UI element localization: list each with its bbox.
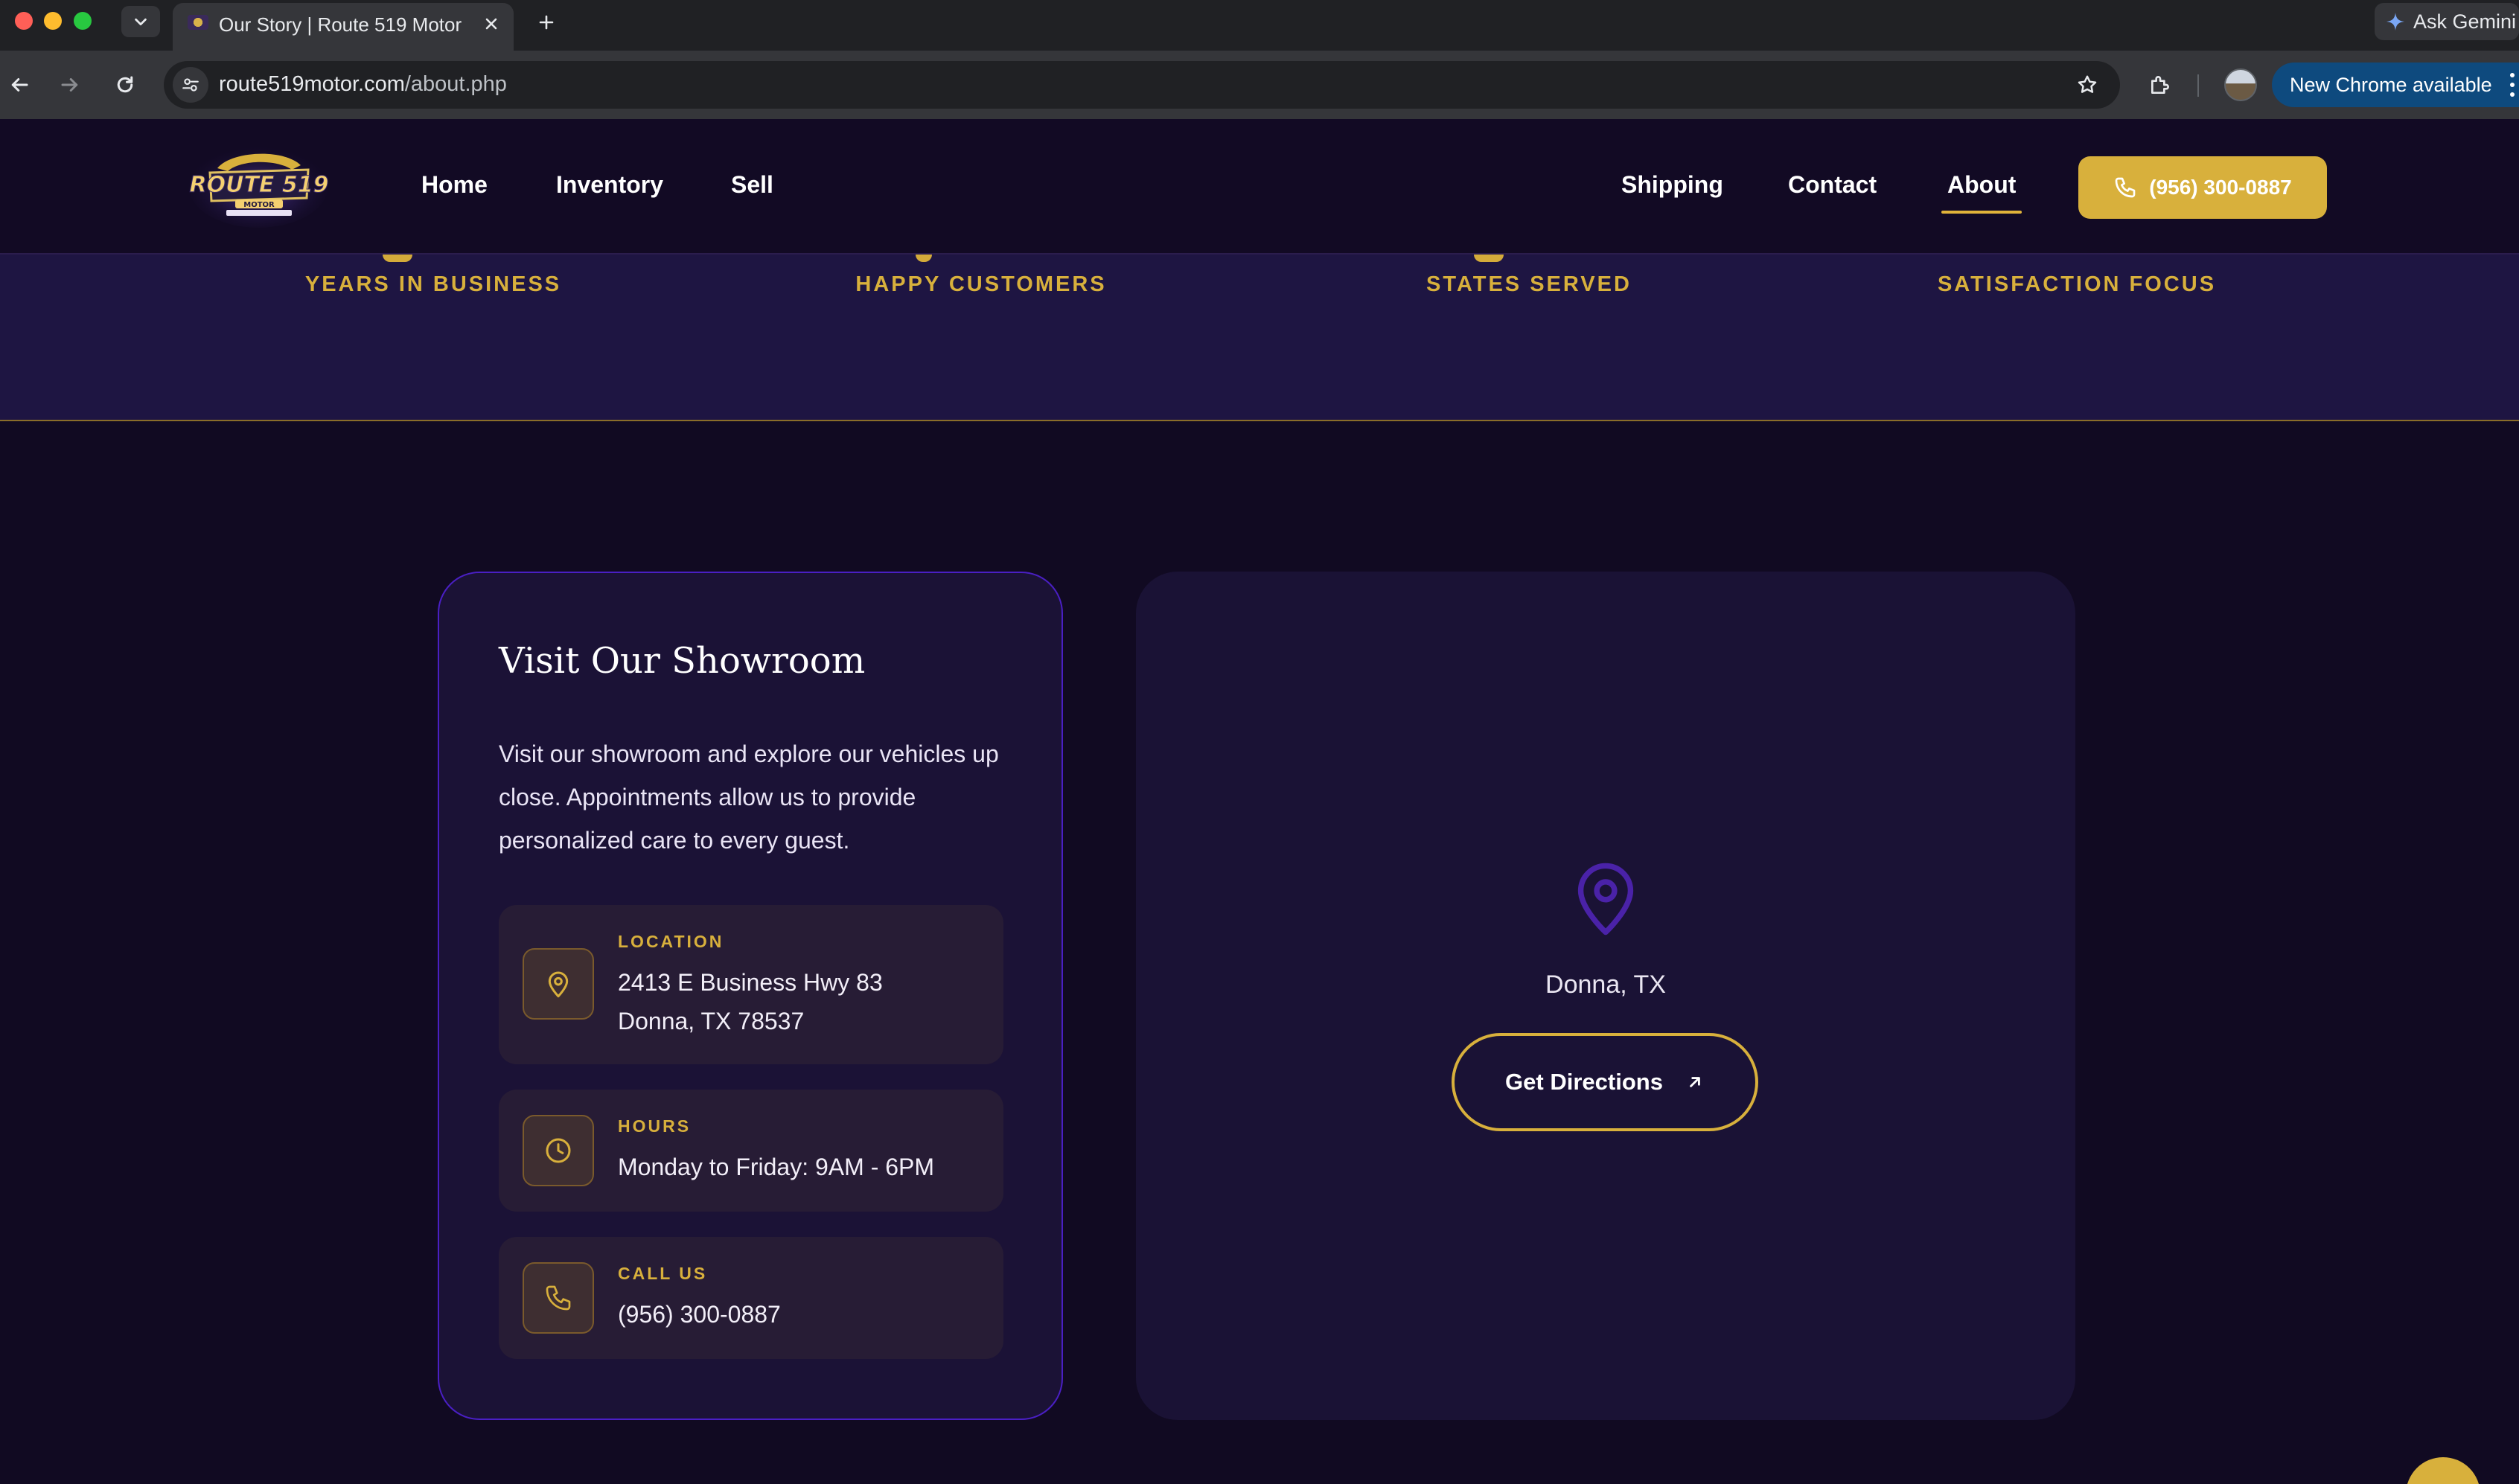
site-header: ROUTE 519 MOTOR Home Inventory Sell Ship…	[0, 119, 2519, 255]
chrome-update-label: New Chrome available	[2290, 73, 2492, 96]
gemini-sparkle-icon	[2386, 13, 2404, 31]
svg-text:ROUTE 519: ROUTE 519	[190, 172, 329, 198]
nav-about[interactable]: About	[1941, 171, 2022, 214]
tab-search-button[interactable]	[121, 6, 160, 37]
close-icon	[485, 18, 497, 30]
reload-button[interactable]	[107, 67, 143, 103]
call-label: CALL US	[618, 1264, 708, 1283]
window-minimize-button[interactable]	[44, 12, 62, 30]
plus-icon	[539, 15, 554, 30]
nav-home[interactable]: Home	[421, 171, 488, 199]
stat-number-fragment	[383, 255, 412, 262]
tab-title: Our Story | Route 519 Motor	[219, 13, 462, 36]
showroom-description: Visit our showroom and explore our vehic…	[499, 741, 999, 854]
nav-sell[interactable]: Sell	[731, 171, 773, 199]
chevron-down-icon	[135, 18, 147, 26]
showroom-card: Visit Our Showroom Visit our showroom an…	[438, 572, 1063, 1420]
hours-info-box: HOURS Monday to Friday: 9AM - 6PM	[499, 1090, 1003, 1212]
puzzle-icon	[2151, 76, 2169, 94]
forward-button[interactable]	[52, 67, 88, 103]
window-close-button[interactable]	[15, 12, 33, 30]
stat-label-customers: HAPPY CUSTOMERS	[855, 272, 1107, 296]
map-pin-icon	[523, 948, 594, 1020]
location-line-1: 2413 E Business Hwy 83	[618, 969, 883, 996]
url-path: /about.php	[404, 72, 507, 96]
arrow-up-right-icon	[1690, 1077, 1700, 1087]
url-host: route519motor.com	[219, 72, 405, 96]
location-line-2: Donna, TX 78537	[618, 1008, 805, 1034]
reload-icon	[117, 76, 133, 93]
floating-action-button[interactable]	[2406, 1457, 2480, 1484]
arrow-left-icon	[11, 78, 28, 92]
url-text: route519motor.com/about.php	[219, 72, 507, 97]
map-card: Donna, TX Get Directions	[1136, 572, 2075, 1420]
get-directions-button[interactable]: Get Directions	[1452, 1033, 1758, 1131]
back-button[interactable]	[1, 67, 37, 103]
more-menu-icon[interactable]	[2510, 73, 2515, 97]
bookmark-button[interactable]	[2072, 70, 2102, 100]
tune-icon	[182, 78, 199, 92]
browser-tab-active[interactable]: Our Story | Route 519 Motor	[173, 3, 514, 51]
stat-label-satisfaction: SATISFACTION FOCUS	[1937, 272, 2217, 296]
header-phone-number: (956) 300-0887	[2149, 176, 2292, 199]
new-tab-button[interactable]	[530, 6, 563, 39]
star-icon	[2078, 75, 2097, 93]
hours-label: HOURS	[618, 1116, 692, 1136]
extensions-button[interactable]	[2142, 67, 2178, 103]
stat-number-fragment	[916, 255, 932, 262]
chrome-update-button[interactable]: New Chrome available	[2272, 63, 2519, 107]
ask-gemini-button[interactable]: Ask Gemini	[2375, 3, 2519, 40]
browser-toolbar: route519motor.com/about.php New Chrome a…	[0, 51, 2519, 119]
address-bar[interactable]: route519motor.com/about.php	[164, 61, 2120, 109]
window-zoom-button[interactable]	[74, 12, 92, 30]
phone-icon	[2115, 177, 2136, 198]
toolbar-divider	[2197, 74, 2199, 97]
svg-text:MOTOR: MOTOR	[243, 201, 275, 209]
site-favicon	[188, 15, 208, 30]
stats-band: YEARS IN BUSINESS HAPPY CUSTOMERS STATES…	[0, 255, 2519, 421]
ask-gemini-label: Ask Gemini	[2413, 10, 2517, 33]
map-pin-icon	[1577, 863, 1634, 936]
call-phone-number[interactable]: (956) 300-0887	[618, 1301, 781, 1328]
nav-contact[interactable]: Contact	[1788, 171, 1877, 199]
clock-icon	[523, 1115, 594, 1186]
location-label: LOCATION	[618, 932, 724, 951]
stat-label-years: YEARS IN BUSINESS	[304, 272, 562, 296]
site-info-button[interactable]	[173, 67, 208, 103]
route-519-logo[interactable]: ROUTE 519 MOTOR	[188, 140, 329, 228]
get-directions-label: Get Directions	[1505, 1069, 1663, 1095]
browser-tab-strip: Our Story | Route 519 Motor Ask Gemini	[0, 0, 2519, 51]
stat-label-states: STATES SERVED	[1426, 272, 1632, 296]
map-city-label: Donna, TX	[1545, 970, 1666, 999]
header-call-button[interactable]: (956) 300-0887	[2078, 156, 2327, 219]
nav-inventory[interactable]: Inventory	[556, 171, 663, 199]
call-info-box[interactable]: CALL US (956) 300-0887	[499, 1237, 1003, 1359]
location-info-box: LOCATION 2413 E Business Hwy 83 Donna, T…	[499, 905, 1003, 1064]
stat-number-fragment	[1474, 255, 1504, 262]
hours-line: Monday to Friday: 9AM - 6PM	[618, 1154, 935, 1180]
profile-avatar[interactable]	[2224, 68, 2257, 101]
showroom-title: Visit Our Showroom	[499, 640, 866, 682]
phone-icon	[523, 1262, 594, 1334]
nav-shipping[interactable]: Shipping	[1621, 171, 1723, 199]
arrow-right-icon	[61, 78, 78, 92]
tab-close-button[interactable]	[478, 10, 505, 37]
